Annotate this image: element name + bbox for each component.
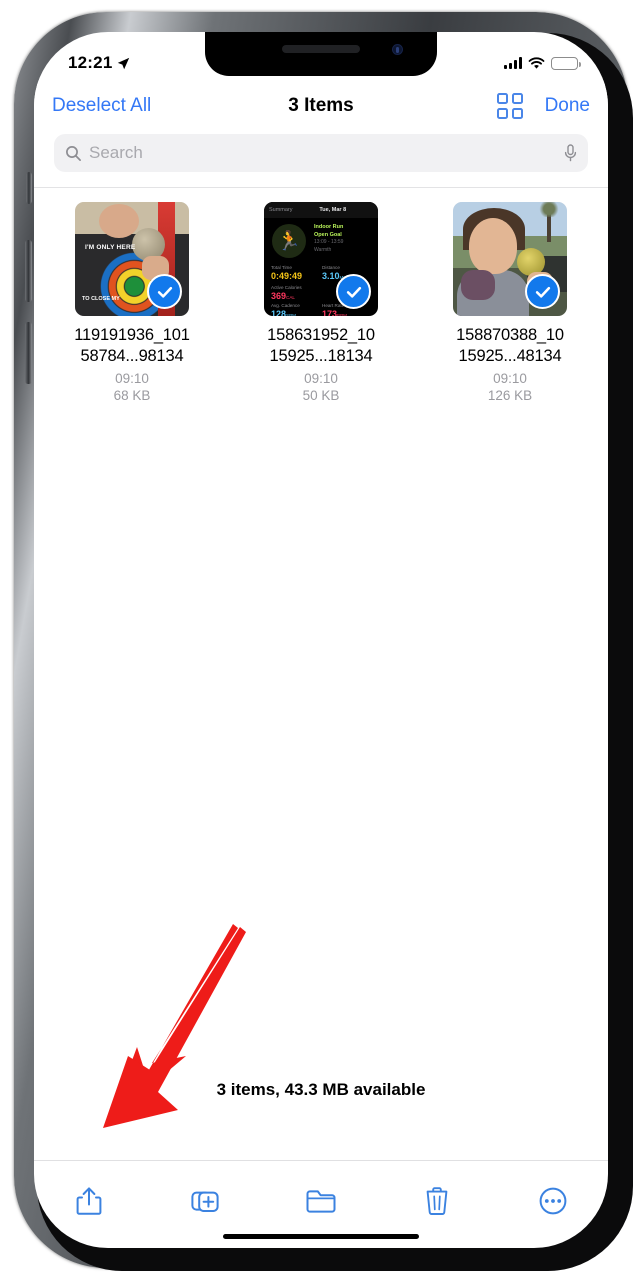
more-button[interactable] — [530, 1179, 576, 1223]
file-thumbnail-wrap[interactable]: I'M ONLY HERE TO CLOSE MY — [75, 202, 189, 316]
workout-type-line3: 13:09 - 13:59 — [314, 239, 344, 245]
workout-back-label: Summary — [269, 207, 293, 213]
file-name: 158631952_10 15925...18134 — [267, 325, 375, 367]
search-bar[interactable] — [54, 134, 588, 172]
microphone-icon[interactable] — [564, 144, 577, 162]
volume-down-button[interactable] — [25, 322, 32, 384]
workout-heart-rate-unit: BPM — [337, 313, 347, 316]
phone-screen: 12:21 Deselect All 3 Items Done Search I… — [34, 32, 608, 1248]
workout-distance-value: 3.10 — [322, 271, 340, 281]
delete-button[interactable] — [414, 1179, 460, 1223]
earpiece-speaker — [282, 45, 360, 53]
battery-icon — [551, 56, 581, 70]
selected-checkmark-badge[interactable] — [147, 274, 182, 309]
workout-active-calories-unit: CAL — [286, 295, 295, 300]
folder-icon — [306, 1190, 336, 1213]
file-grid: I'M ONLY HERE TO CLOSE MY 119191936_101 … — [34, 202, 608, 403]
duplicate-icon — [191, 1191, 219, 1212]
workout-type-line4: Warmth — [314, 246, 332, 253]
navigation-bar: Deselect All 3 Items Done — [34, 80, 608, 132]
thumb-shirt-text-line1: I'M ONLY HERE — [85, 244, 136, 251]
file-thumbnail-wrap[interactable]: Summary Tue, Mar 8 🏃 Indoor Run Open Goa… — [264, 202, 378, 316]
status-bar-left: 12:21 — [68, 53, 130, 73]
workout-avg-cadence-unit: SPM — [286, 313, 296, 316]
search-icon — [66, 145, 81, 161]
silent-switch[interactable] — [26, 172, 32, 204]
file-item[interactable]: 158870388_10 15925...48134 09:10 126 KB — [436, 202, 584, 403]
file-size: 126 KB — [487, 388, 533, 403]
deselect-all-button[interactable]: Deselect All — [52, 95, 151, 117]
more-circle-icon — [539, 1187, 567, 1215]
file-name-line1: 158870388_10 — [456, 326, 564, 344]
screenshot-stage: 12:21 Deselect All 3 Items Done Search I… — [0, 0, 642, 1280]
thumb-shirt-text-line2: TO CLOSE MY — [82, 296, 120, 302]
navigation-bar-right: Done — [497, 93, 590, 119]
file-thumbnail-wrap[interactable] — [453, 202, 567, 316]
file-size: 50 KB — [302, 388, 340, 403]
selected-checkmark-badge[interactable] — [525, 274, 560, 309]
items-status-line: 3 items, 43.3 MB available — [216, 1080, 426, 1099]
file-name-line1: 158631952_10 — [267, 326, 375, 344]
status-bar-right — [504, 56, 581, 70]
location-arrow-icon — [118, 57, 130, 69]
done-button[interactable]: Done — [545, 95, 590, 117]
workout-heart-rate-value: 173 — [322, 309, 338, 317]
search-container — [34, 134, 608, 184]
workout-date: Tue, Mar 8 — [319, 207, 347, 213]
file-time: 09:10 — [115, 371, 149, 386]
file-name: 119191936_101 58784...98134 — [74, 325, 190, 367]
running-figure-icon: 🏃 — [272, 224, 306, 258]
selected-checkmark-badge[interactable] — [336, 274, 371, 309]
front-camera — [392, 44, 403, 55]
workout-active-calories-value: 369 — [271, 291, 287, 301]
trash-icon — [426, 1187, 448, 1215]
share-icon — [76, 1187, 102, 1215]
file-name: 158870388_10 15925...48134 — [456, 325, 564, 367]
file-item[interactable]: Summary Tue, Mar 8 🏃 Indoor Run Open Goa… — [247, 202, 395, 403]
file-size: 68 KB — [113, 388, 151, 403]
workout-avg-cadence-value: 128 — [271, 309, 287, 317]
share-button[interactable] — [66, 1179, 112, 1223]
volume-up-button[interactable] — [25, 240, 32, 302]
file-time: 09:10 — [493, 371, 527, 386]
move-button[interactable] — [298, 1179, 344, 1223]
status-time: 12:21 — [68, 53, 113, 72]
file-item[interactable]: I'M ONLY HERE TO CLOSE MY 119191936_101 … — [58, 202, 206, 403]
home-indicator[interactable] — [223, 1233, 419, 1239]
file-name-line2: 15925...18134 — [269, 347, 373, 365]
workout-type-line1: Indoor Run — [314, 224, 344, 230]
wifi-icon — [528, 56, 545, 69]
notch — [205, 32, 437, 76]
search-input[interactable] — [89, 143, 557, 163]
search-divider — [34, 187, 608, 188]
file-name-line1: 119191936_101 — [74, 326, 190, 344]
file-name-line2: 58784...98134 — [80, 347, 184, 365]
duplicate-button[interactable] — [182, 1179, 228, 1223]
file-name-line2: 15925...48134 — [458, 347, 562, 365]
workout-total-time-value: 0:49:49 — [271, 271, 303, 281]
grid-view-icon[interactable] — [497, 93, 523, 119]
file-time: 09:10 — [304, 371, 338, 386]
cellular-bars-icon — [504, 57, 522, 69]
workout-type-line2: Open Goal — [314, 231, 342, 238]
